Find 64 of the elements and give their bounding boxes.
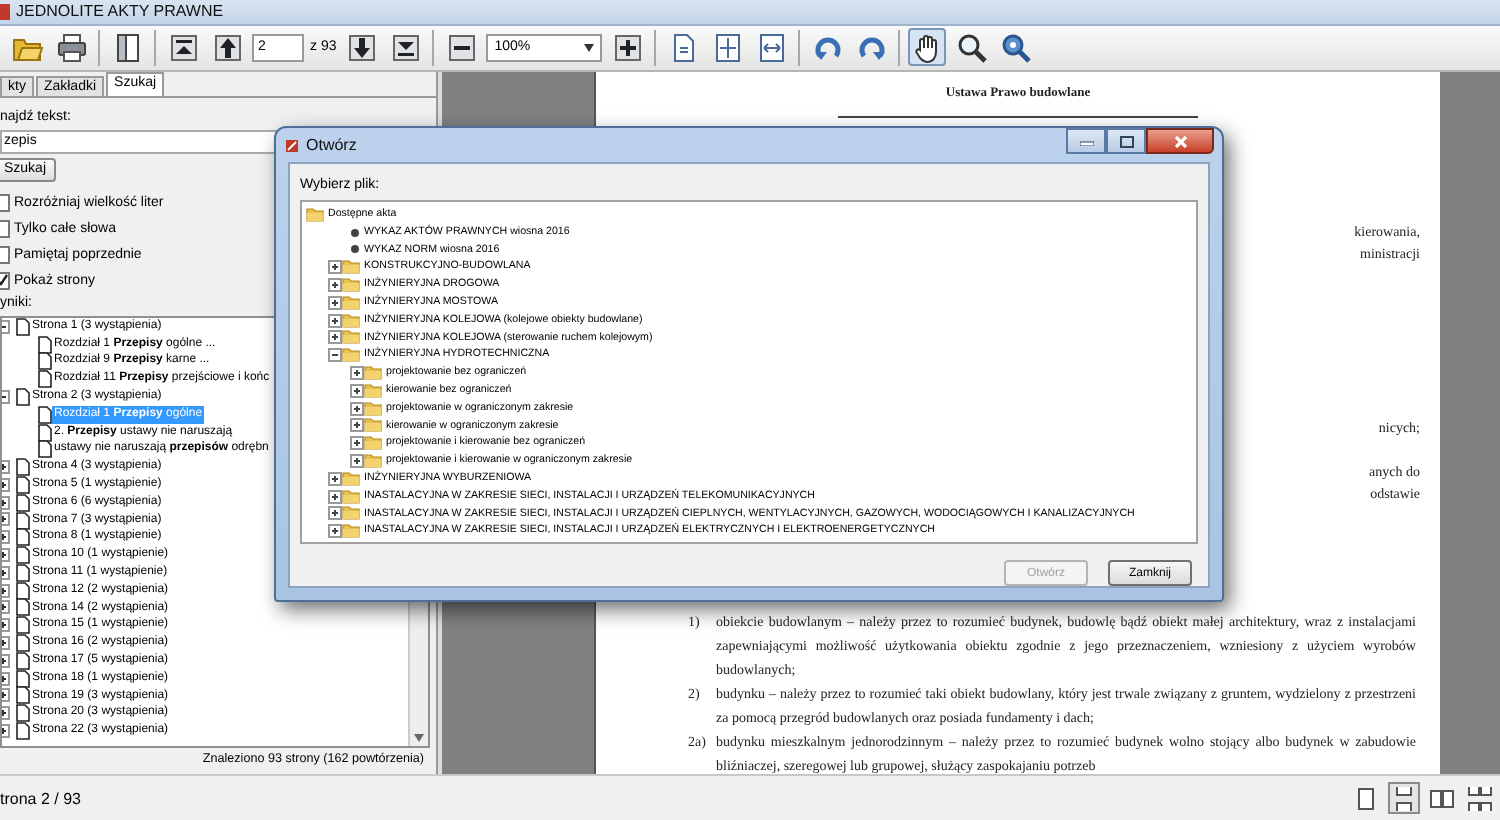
magnifier-icon xyxy=(999,31,1032,64)
maximize-button[interactable] xyxy=(1106,128,1146,154)
folder-icon xyxy=(342,522,360,541)
folder-icon xyxy=(364,364,382,383)
folder-icon xyxy=(364,381,382,400)
expand-icon[interactable] xyxy=(328,260,342,275)
expand-icon[interactable] xyxy=(328,489,342,504)
dialog-title: Otwórz xyxy=(306,136,357,154)
app-icon xyxy=(284,137,300,153)
folder-icon xyxy=(342,293,360,312)
folder-icon xyxy=(342,311,360,330)
expand-icon[interactable] xyxy=(350,454,364,469)
expand-icon[interactable] xyxy=(350,366,364,381)
bullet-icon xyxy=(350,244,360,255)
folder-icon xyxy=(342,469,360,488)
continuous-pages-icon xyxy=(1392,785,1416,812)
expand-icon[interactable] xyxy=(328,330,342,345)
printer-icon xyxy=(55,31,87,64)
minimize-button[interactable] xyxy=(1066,128,1106,154)
minimize-icon xyxy=(1079,136,1093,146)
plus-icon xyxy=(611,31,644,64)
collapse-icon[interactable] xyxy=(328,348,342,363)
expand-icon[interactable] xyxy=(328,295,342,310)
toolbar-button[interactable] xyxy=(52,28,90,67)
two-pages-icon xyxy=(1430,785,1454,812)
fit-page-icon xyxy=(711,31,744,64)
continuous-two-pages-icon xyxy=(1468,785,1492,812)
view-mode-button[interactable] xyxy=(1388,782,1420,815)
folder-icon xyxy=(342,258,360,277)
single-page-icon xyxy=(1354,785,1378,812)
folder-icon xyxy=(364,434,382,453)
down-arrow-icon xyxy=(410,729,428,746)
expand-icon[interactable] xyxy=(328,471,342,486)
folder-icon xyxy=(364,452,382,471)
folder-icon xyxy=(342,276,360,295)
app-icon xyxy=(0,1,12,22)
expand-icon[interactable] xyxy=(350,383,364,398)
folder-icon xyxy=(342,487,360,506)
expand-icon[interactable] xyxy=(350,401,364,416)
first-page-icon xyxy=(167,31,199,64)
page-indicator: trona 2 / 93 xyxy=(0,789,81,808)
expand-icon[interactable] xyxy=(350,418,364,433)
minus-icon xyxy=(445,31,478,64)
folder-icon xyxy=(364,399,382,418)
bullet-icon xyxy=(350,227,360,238)
expand-icon[interactable] xyxy=(328,313,342,328)
folder-icon xyxy=(342,346,360,365)
view-mode-button[interactable] xyxy=(1464,782,1496,815)
dropdown-arrow-icon xyxy=(584,43,595,52)
fit-width-icon xyxy=(755,31,788,64)
close-icon xyxy=(1173,135,1187,147)
maximize-icon xyxy=(1119,135,1133,147)
window-title: JEDNOLITE AKTY PRAWNE xyxy=(14,2,224,21)
toolbar-button[interactable] xyxy=(908,28,947,67)
folder-icon xyxy=(342,504,360,523)
last-page-icon xyxy=(389,31,422,64)
folder-icon xyxy=(364,416,382,435)
close-button[interactable] xyxy=(1146,128,1214,154)
folder-icon xyxy=(342,328,360,347)
expand-icon[interactable] xyxy=(328,506,342,521)
zoom-icon xyxy=(955,31,988,64)
expand-icon[interactable] xyxy=(328,278,342,293)
expand-icon[interactable] xyxy=(350,436,364,451)
expand-icon[interactable] xyxy=(328,524,342,539)
